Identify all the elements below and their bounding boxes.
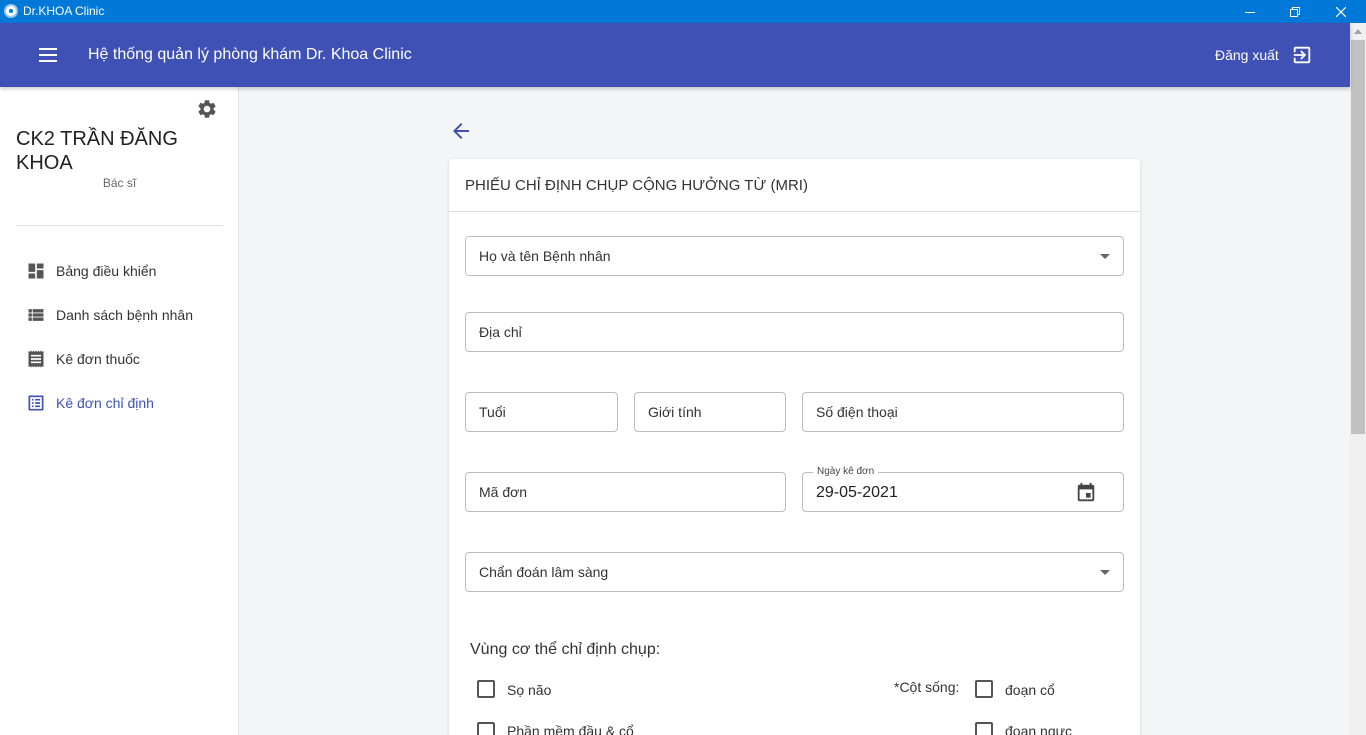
age-field[interactable]: Tuổi: [465, 392, 618, 432]
card-header: PHIẾU CHỈ ĐỊNH CHỤP CỘNG HƯỞNG TỪ (MRI): [449, 159, 1140, 212]
date-field-label: Ngày kê đơn: [813, 466, 879, 478]
list-alt-icon: [28, 395, 44, 411]
diagnosis-placeholder: Chẩn đoán lâm sàng: [479, 564, 609, 580]
address-field[interactable]: Địa chỉ: [465, 312, 1124, 352]
body-region-label: Vùng cơ thể chỉ định chụp:: [470, 641, 661, 658]
sidebar-item-prescription[interactable]: Kê đơn thuốc: [0, 339, 239, 379]
calendar-icon[interactable]: [1075, 482, 1097, 504]
minimize-button[interactable]: [1227, 0, 1273, 23]
dropdown-caret-icon: [1100, 570, 1110, 575]
form-title: PHIẾU CHỈ ĐỊNH CHỤP CỘNG HƯỞNG TỪ (MRI): [465, 177, 808, 194]
order-code-field[interactable]: Mã đơn: [465, 472, 786, 512]
logout-button[interactable]: Đăng xuất: [1215, 44, 1313, 66]
clinical-diagnosis-select[interactable]: Chẩn đoán lâm sàng: [465, 552, 1124, 592]
prescription-date-field[interactable]: Ngày kê đơn 29-05-2021: [802, 466, 1124, 512]
close-button[interactable]: [1318, 0, 1364, 23]
sidebar-divider: [16, 225, 223, 226]
close-icon: [1336, 6, 1346, 17]
age-placeholder: Tuổi: [479, 404, 506, 420]
address-placeholder: Địa chỉ: [479, 324, 522, 340]
list-icon: [28, 309, 44, 321]
patient-name-select[interactable]: Họ và tên Bệnh nhân: [465, 236, 1124, 276]
app-title: Hệ thống quản lý phòng khám Dr. Khoa Cli…: [88, 46, 412, 63]
checkbox-label-doan-co: đoạn cổ: [1005, 682, 1055, 698]
sidebar-item-label: Kê đơn chỉ định: [56, 395, 154, 411]
sidebar-item-label: Kê đơn thuốc: [56, 351, 140, 367]
gender-placeholder: Giới tính: [648, 404, 702, 420]
scroll-up-arrow-icon[interactable]: [1354, 29, 1362, 34]
checkbox-label-doan-nguc: đoạn ngực: [1005, 723, 1072, 735]
menu-button[interactable]: [36, 44, 60, 66]
doctor-role: Bác sĩ: [102, 176, 137, 190]
dashboard-icon: [28, 263, 44, 279]
sidebar-item-label: Bảng điều khiển: [56, 263, 157, 279]
scroll-thumb[interactable]: [1351, 40, 1365, 434]
patient-name-placeholder: Họ và tên Bệnh nhân: [479, 248, 611, 264]
phone-placeholder: Số điện thoại: [816, 404, 898, 420]
app-logo-icon: [4, 4, 18, 18]
restore-icon: [1290, 6, 1300, 17]
restore-button[interactable]: [1272, 0, 1318, 23]
order-code-placeholder: Mã đơn: [479, 484, 528, 500]
checkbox-phan-mem[interactable]: [477, 722, 495, 735]
sidebar-item-label: Danh sách bệnh nhân: [56, 307, 193, 323]
logout-icon: [1293, 46, 1311, 64]
sidebar-item-patient-list[interactable]: Danh sách bệnh nhân: [0, 295, 239, 335]
checkbox-doan-nguc[interactable]: [975, 722, 993, 735]
receipt-icon: [28, 350, 44, 368]
sidebar-item-dashboard[interactable]: Bảng điều khiển: [0, 251, 239, 291]
spine-label: *Cột sống:: [894, 679, 960, 695]
date-value: 29-05-2021: [816, 484, 898, 501]
sidebar: CK2 TRẦN ĐĂNG KHOA Bác sĩ Bảng điều khiể…: [0, 87, 239, 735]
app-bar: Hệ thống quản lý phòng khám Dr. Khoa Cli…: [0, 23, 1350, 87]
vertical-scrollbar[interactable]: [1350, 23, 1366, 735]
minimize-icon: [1245, 11, 1255, 13]
checkbox-label-phan-mem: Phần mềm đầu & cổ: [507, 723, 634, 735]
settings-gear-icon[interactable]: [196, 98, 218, 120]
doctor-name: CK2 TRẦN ĐĂNG KHOA: [16, 128, 178, 174]
back-arrow-icon[interactable]: [449, 119, 473, 143]
window-title: Dr.KHOA Clinic: [23, 4, 105, 18]
checkbox-so-nao[interactable]: [477, 680, 495, 698]
window-titlebar: Dr.KHOA Clinic: [0, 0, 1366, 23]
checkbox-doan-co[interactable]: [975, 680, 993, 698]
gender-field[interactable]: Giới tính: [634, 392, 786, 432]
sidebar-item-indication-order[interactable]: Kê đơn chỉ định: [0, 383, 239, 423]
dropdown-caret-icon: [1100, 254, 1110, 259]
phone-field[interactable]: Số điện thoại: [802, 392, 1124, 432]
hamburger-icon: [36, 48, 60, 62]
checkbox-label-so-nao: Sọ não: [507, 682, 552, 698]
logout-label: Đăng xuất: [1215, 47, 1279, 63]
